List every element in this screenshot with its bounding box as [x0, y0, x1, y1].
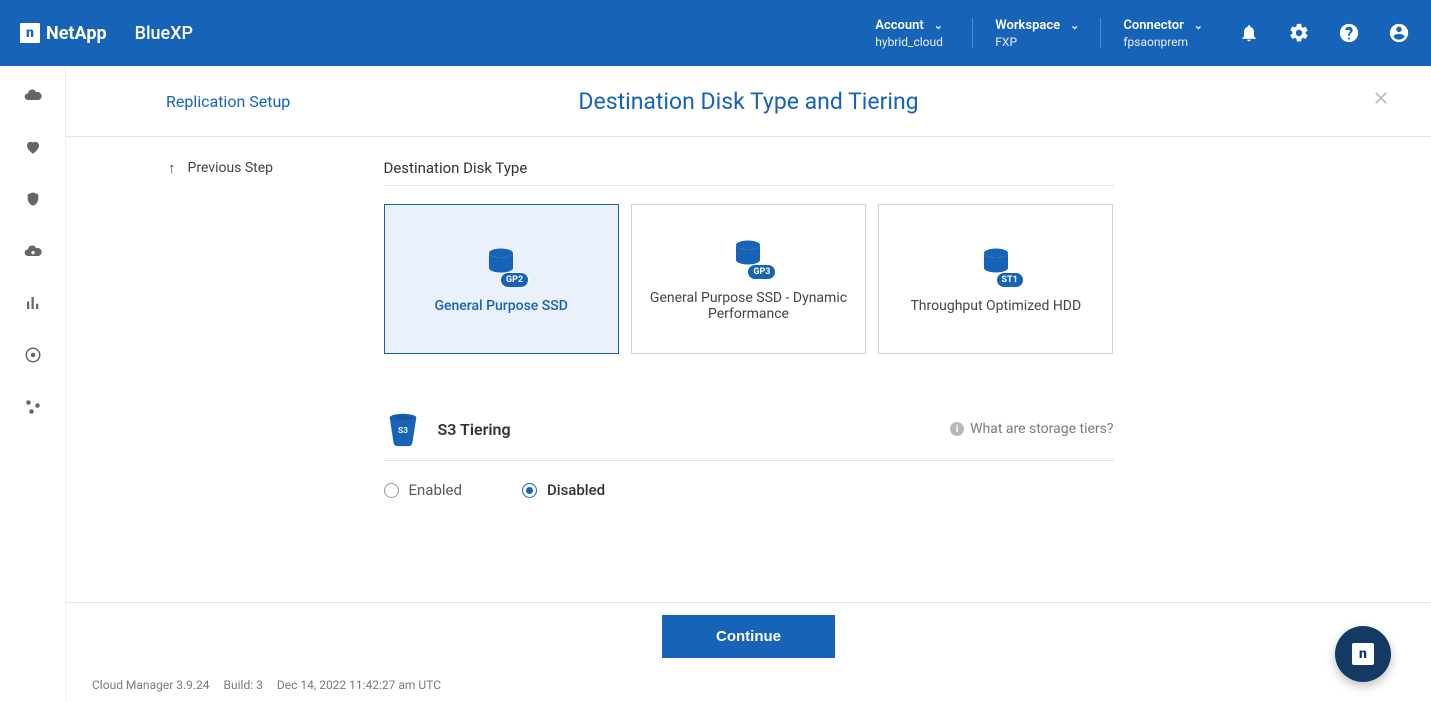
s3-option-enabled[interactable]: Enabled [384, 481, 462, 499]
disk-option-gp3[interactable]: GP3 General Purpose SSD - Dynamic Perfor… [631, 204, 866, 354]
disk-icon: GP2 [481, 244, 521, 284]
bucket-icon: S3 [384, 410, 422, 448]
netapp-n-icon: n [20, 23, 40, 43]
gear-icon[interactable] [1287, 21, 1311, 45]
page-title: Destination Disk Type and Tiering [578, 88, 918, 115]
disk-option-st1[interactable]: ST1 Throughput Optimized HDD [878, 204, 1113, 354]
bucket-badge-text: S3 [397, 426, 407, 436]
workspace-dropdown[interactable]: Workspace ⌄ FXP [973, 0, 1101, 66]
disk-type-section-label: Destination Disk Type [384, 159, 1114, 186]
status-build: Build: 3 [224, 678, 263, 692]
s3-option-disabled[interactable]: Disabled [522, 481, 605, 499]
disk-option-label: General Purpose SSD [434, 298, 567, 314]
cloud-ops-icon[interactable] [22, 240, 44, 262]
disk-option-label: General Purpose SSD - Dynamic Performanc… [642, 290, 855, 322]
breadcrumb[interactable]: Replication Setup [166, 92, 290, 111]
bar-chart-icon[interactable] [22, 292, 44, 314]
netapp-logo: n NetApp [20, 23, 107, 44]
chevron-down-icon: ⌄ [934, 19, 943, 32]
help-link-text: What are storage tiers? [970, 421, 1113, 437]
previous-step-link[interactable]: ↑ Previous Step [168, 159, 273, 177]
shield-icon[interactable] [22, 188, 44, 210]
account-dropdown[interactable]: Account ⌄ hybrid_cloud [853, 0, 973, 66]
disk-badge: GP2 [500, 272, 529, 288]
status-line: Cloud Manager 3.9.24 Build: 3 Dec 14, 20… [92, 678, 441, 692]
radio-label: Enabled [409, 481, 462, 499]
header-dropdowns: Account ⌄ hybrid_cloud Workspace ⌄ FXP Con… [853, 0, 1225, 66]
target-icon[interactable] [22, 344, 44, 366]
status-version: Cloud Manager 3.9.24 [92, 678, 210, 692]
radio-icon [522, 483, 537, 498]
info-icon: i [950, 422, 964, 436]
account-value: hybrid_cloud [875, 35, 951, 49]
user-icon[interactable] [1387, 21, 1411, 45]
storage-tiers-help-link[interactable]: i What are storage tiers? [950, 421, 1113, 437]
chevron-down-icon: ⌄ [1194, 19, 1203, 32]
disk-option-label: Throughput Optimized HDD [910, 298, 1081, 314]
bell-icon[interactable] [1237, 21, 1261, 45]
disk-type-cards: GP2 General Purpose SSD GP3 General Purp… [384, 204, 1114, 354]
status-timestamp: Dec 14, 2022 11:42:27 am UTC [277, 678, 441, 692]
disk-option-gp2[interactable]: GP2 General Purpose SSD [384, 204, 619, 354]
footer-bar: Continue [66, 602, 1431, 670]
help-icon[interactable] [1337, 21, 1361, 45]
account-label: Account [875, 18, 923, 33]
connector-dropdown[interactable]: Connector ⌄ fpsaonprem [1101, 0, 1225, 66]
sub-header: Replication Setup Destination Disk Type … [66, 66, 1431, 137]
s3-tiering-section: S3 S3 Tiering i What are storage tiers? [384, 410, 1114, 461]
netapp-n-icon: n [1352, 643, 1374, 665]
radio-icon [384, 483, 399, 498]
disk-icon: ST1 [976, 244, 1016, 284]
workspace-label: Workspace [995, 18, 1060, 33]
brand-secondary: BlueXP [135, 23, 193, 44]
close-icon[interactable] [1371, 88, 1391, 114]
brand-block: n NetApp BlueXP [20, 23, 193, 44]
s3-radio-group: Enabled Disabled [384, 481, 1114, 499]
nodes-icon[interactable] [22, 396, 44, 418]
workspace-value: FXP [995, 35, 1079, 49]
connector-label: Connector [1123, 18, 1183, 33]
left-rail [0, 66, 66, 702]
disk-icon: GP3 [728, 236, 768, 276]
radio-label: Disabled [547, 481, 605, 499]
heart-plus-icon[interactable] [22, 136, 44, 158]
cloud-icon[interactable] [22, 84, 44, 106]
continue-button[interactable]: Continue [662, 615, 835, 658]
disk-badge: ST1 [996, 272, 1024, 288]
s3-tiering-label: S3 Tiering [438, 420, 511, 439]
brand-primary: NetApp [46, 23, 107, 44]
connector-value: fpsaonprem [1123, 35, 1203, 49]
header-icons [1225, 21, 1411, 45]
help-fab[interactable]: n [1335, 626, 1391, 682]
top-header: n NetApp BlueXP Account ⌄ hybrid_cloud Wo… [0, 0, 1431, 66]
main-content: ↑ Previous Step Destination Disk Type GP… [66, 137, 1431, 602]
previous-step-label: Previous Step [188, 160, 274, 176]
chevron-down-icon: ⌄ [1070, 19, 1079, 32]
arrow-up-icon: ↑ [168, 159, 176, 177]
disk-badge: GP3 [747, 264, 776, 280]
